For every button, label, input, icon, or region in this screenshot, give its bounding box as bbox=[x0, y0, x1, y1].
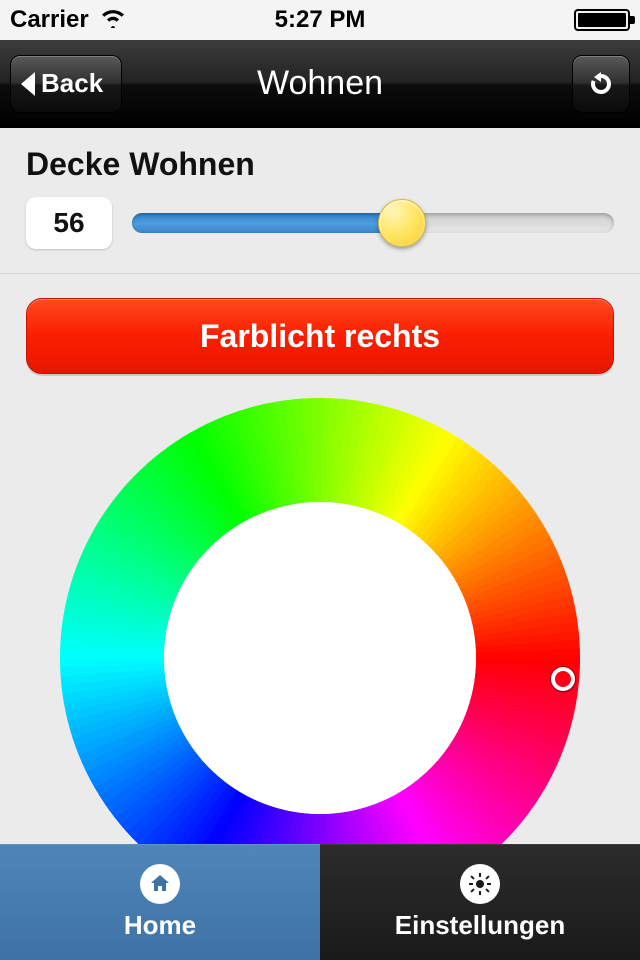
tab-settings-label: Einstellungen bbox=[395, 910, 565, 941]
tab-settings[interactable]: Einstellungen bbox=[320, 844, 640, 960]
nav-bar: Back Wohnen bbox=[0, 40, 640, 128]
color-wheel[interactable] bbox=[60, 398, 580, 844]
page-title: Wohnen bbox=[257, 64, 383, 103]
gear-icon bbox=[460, 864, 500, 904]
color-light-button[interactable]: Farblicht rechts bbox=[26, 298, 614, 374]
back-button[interactable]: Back bbox=[10, 55, 122, 113]
dimmer-value: 56 bbox=[26, 197, 112, 249]
color-light-label: Farblicht rechts bbox=[200, 318, 440, 355]
content: Decke Wohnen 56 Farblicht rechts bbox=[0, 128, 640, 844]
wifi-icon bbox=[99, 6, 127, 35]
color-wheel-wrap bbox=[26, 398, 614, 844]
status-left: Carrier bbox=[10, 6, 127, 35]
dimmer-slider[interactable] bbox=[132, 203, 614, 243]
tab-home[interactable]: Home bbox=[0, 844, 320, 960]
dimmer-section: Decke Wohnen 56 bbox=[0, 128, 640, 274]
chevron-left-icon bbox=[21, 72, 35, 96]
back-label: Back bbox=[41, 68, 103, 99]
carrier-label: Carrier bbox=[10, 6, 89, 34]
home-icon bbox=[140, 864, 180, 904]
refresh-icon bbox=[586, 69, 616, 99]
slider-fill bbox=[132, 213, 402, 233]
dimmer-title: Decke Wohnen bbox=[26, 146, 614, 183]
tab-bar: Home Einstellungen bbox=[0, 844, 640, 960]
tab-home-label: Home bbox=[124, 910, 196, 941]
dimmer-row: 56 bbox=[26, 197, 614, 249]
status-bar: Carrier 5:27 PM bbox=[0, 0, 640, 40]
color-wheel-svg bbox=[60, 398, 580, 844]
color-light-section: Farblicht rechts bbox=[0, 274, 640, 844]
battery-icon bbox=[574, 9, 630, 31]
refresh-button[interactable] bbox=[572, 55, 630, 113]
slider-thumb[interactable] bbox=[378, 199, 426, 247]
status-time: 5:27 PM bbox=[275, 6, 366, 34]
